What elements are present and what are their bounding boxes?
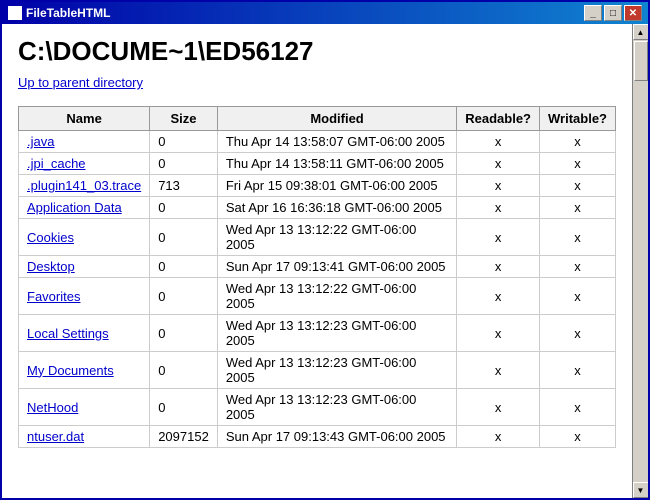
table-header-row: Name Size Modified Readable? Writable? bbox=[19, 107, 616, 131]
file-writable-cell: x bbox=[540, 426, 616, 448]
table-row: Favorites0Wed Apr 13 13:12:22 GMT-06:00 … bbox=[19, 278, 616, 315]
app-icon: 🗒 bbox=[8, 6, 22, 20]
file-writable-cell: x bbox=[540, 197, 616, 219]
file-writable-cell: x bbox=[540, 175, 616, 197]
directory-title: C:\DOCUME~1\ED56127 bbox=[18, 36, 616, 67]
main-content: C:\DOCUME~1\ED56127 Up to parent directo… bbox=[2, 24, 632, 498]
file-size-cell: 2097152 bbox=[150, 426, 218, 448]
file-modified-cell: Thu Apr 14 13:58:11 GMT-06:00 2005 bbox=[217, 153, 456, 175]
table-row: NetHood0Wed Apr 13 13:12:23 GMT-06:00 20… bbox=[19, 389, 616, 426]
file-readable-cell: x bbox=[457, 278, 540, 315]
file-name-cell[interactable]: .plugin141_03.trace bbox=[19, 175, 150, 197]
file-name-cell[interactable]: NetHood bbox=[19, 389, 150, 426]
table-row: Desktop0Sun Apr 17 09:13:41 GMT-06:00 20… bbox=[19, 256, 616, 278]
table-row: Cookies0Wed Apr 13 13:12:22 GMT-06:00 20… bbox=[19, 219, 616, 256]
file-writable-cell: x bbox=[540, 352, 616, 389]
table-row: My Documents0Wed Apr 13 13:12:23 GMT-06:… bbox=[19, 352, 616, 389]
minimize-button[interactable]: _ bbox=[584, 5, 602, 21]
col-readable: Readable? bbox=[457, 107, 540, 131]
file-name-cell[interactable]: Local Settings bbox=[19, 315, 150, 352]
file-size-cell: 0 bbox=[150, 352, 218, 389]
main-window: 🗒 FileTableHTML _ □ ✕ C:\DOCUME~1\ED5612… bbox=[0, 0, 650, 500]
maximize-button[interactable]: □ bbox=[604, 5, 622, 21]
file-readable-cell: x bbox=[457, 175, 540, 197]
file-modified-cell: Wed Apr 13 13:12:23 GMT-06:00 2005 bbox=[217, 352, 456, 389]
file-modified-cell: Wed Apr 13 13:12:22 GMT-06:00 2005 bbox=[217, 278, 456, 315]
file-writable-cell: x bbox=[540, 153, 616, 175]
file-readable-cell: x bbox=[457, 352, 540, 389]
file-readable-cell: x bbox=[457, 389, 540, 426]
file-modified-cell: Sat Apr 16 16:36:18 GMT-06:00 2005 bbox=[217, 197, 456, 219]
col-modified: Modified bbox=[217, 107, 456, 131]
title-bar: 🗒 FileTableHTML _ □ ✕ bbox=[2, 2, 648, 24]
file-size-cell: 0 bbox=[150, 219, 218, 256]
file-writable-cell: x bbox=[540, 278, 616, 315]
file-size-cell: 0 bbox=[150, 153, 218, 175]
file-name-cell[interactable]: .jpi_cache bbox=[19, 153, 150, 175]
file-size-cell: 0 bbox=[150, 197, 218, 219]
file-modified-cell: Sun Apr 17 09:13:43 GMT-06:00 2005 bbox=[217, 426, 456, 448]
file-readable-cell: x bbox=[457, 153, 540, 175]
file-name-cell[interactable]: My Documents bbox=[19, 352, 150, 389]
file-writable-cell: x bbox=[540, 315, 616, 352]
file-name-cell[interactable]: ntuser.dat bbox=[19, 426, 150, 448]
file-modified-cell: Fri Apr 15 09:38:01 GMT-06:00 2005 bbox=[217, 175, 456, 197]
file-modified-cell: Sun Apr 17 09:13:41 GMT-06:00 2005 bbox=[217, 256, 456, 278]
file-size-cell: 0 bbox=[150, 278, 218, 315]
file-table: Name Size Modified Readable? Writable? .… bbox=[18, 106, 616, 448]
file-writable-cell: x bbox=[540, 389, 616, 426]
file-size-cell: 0 bbox=[150, 389, 218, 426]
close-button[interactable]: ✕ bbox=[624, 5, 642, 21]
file-size-cell: 0 bbox=[150, 131, 218, 153]
scrollbar: ▲ ▼ bbox=[632, 24, 648, 498]
file-modified-cell: Thu Apr 14 13:58:07 GMT-06:00 2005 bbox=[217, 131, 456, 153]
file-writable-cell: x bbox=[540, 256, 616, 278]
file-name-cell[interactable]: .java bbox=[19, 131, 150, 153]
table-row: .jpi_cache0Thu Apr 14 13:58:11 GMT-06:00… bbox=[19, 153, 616, 175]
table-row: Local Settings0Wed Apr 13 13:12:23 GMT-0… bbox=[19, 315, 616, 352]
file-readable-cell: x bbox=[457, 426, 540, 448]
file-name-cell[interactable]: Cookies bbox=[19, 219, 150, 256]
title-buttons: _ □ ✕ bbox=[584, 5, 642, 21]
file-readable-cell: x bbox=[457, 131, 540, 153]
table-row: .plugin141_03.trace713Fri Apr 15 09:38:0… bbox=[19, 175, 616, 197]
col-name: Name bbox=[19, 107, 150, 131]
col-writable: Writable? bbox=[540, 107, 616, 131]
window-title: FileTableHTML bbox=[26, 6, 110, 20]
content-area: C:\DOCUME~1\ED56127 Up to parent directo… bbox=[2, 24, 648, 498]
file-size-cell: 0 bbox=[150, 256, 218, 278]
file-readable-cell: x bbox=[457, 197, 540, 219]
table-row: ntuser.dat2097152Sun Apr 17 09:13:43 GMT… bbox=[19, 426, 616, 448]
file-size-cell: 0 bbox=[150, 315, 218, 352]
file-name-cell[interactable]: Application Data bbox=[19, 197, 150, 219]
scroll-thumb[interactable] bbox=[634, 41, 648, 81]
file-modified-cell: Wed Apr 13 13:12:23 GMT-06:00 2005 bbox=[217, 389, 456, 426]
scroll-track bbox=[633, 40, 648, 482]
title-bar-left: 🗒 FileTableHTML bbox=[8, 6, 110, 20]
file-readable-cell: x bbox=[457, 219, 540, 256]
col-size: Size bbox=[150, 107, 218, 131]
scroll-up-button[interactable]: ▲ bbox=[633, 24, 649, 40]
file-readable-cell: x bbox=[457, 315, 540, 352]
file-readable-cell: x bbox=[457, 256, 540, 278]
table-row: .java0Thu Apr 14 13:58:07 GMT-06:00 2005… bbox=[19, 131, 616, 153]
table-row: Application Data0Sat Apr 16 16:36:18 GMT… bbox=[19, 197, 616, 219]
scroll-down-button[interactable]: ▼ bbox=[633, 482, 649, 498]
file-writable-cell: x bbox=[540, 131, 616, 153]
file-modified-cell: Wed Apr 13 13:12:22 GMT-06:00 2005 bbox=[217, 219, 456, 256]
file-writable-cell: x bbox=[540, 219, 616, 256]
file-name-cell[interactable]: Desktop bbox=[19, 256, 150, 278]
parent-directory-link[interactable]: Up to parent directory bbox=[18, 75, 616, 90]
file-size-cell: 713 bbox=[150, 175, 218, 197]
file-modified-cell: Wed Apr 13 13:12:23 GMT-06:00 2005 bbox=[217, 315, 456, 352]
file-name-cell[interactable]: Favorites bbox=[19, 278, 150, 315]
